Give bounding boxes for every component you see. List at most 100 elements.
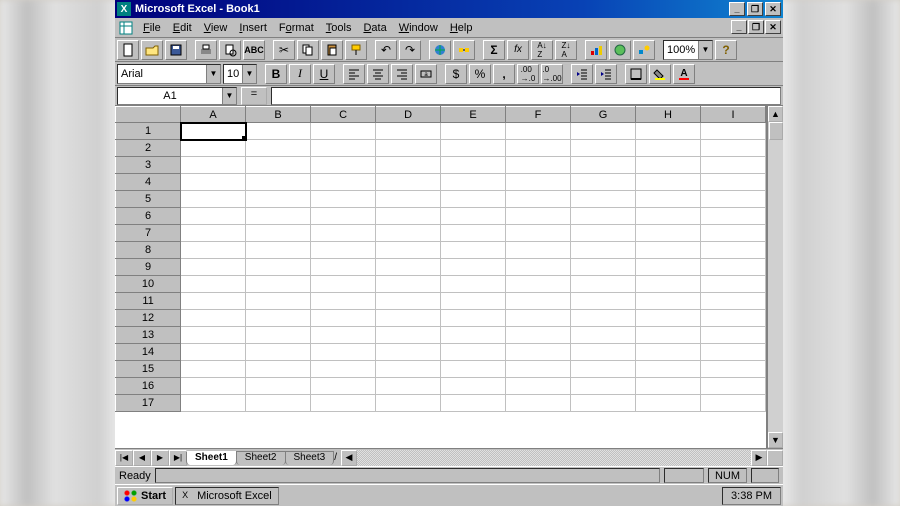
- font-color-icon[interactable]: A: [673, 64, 695, 84]
- cell-I3[interactable]: [701, 157, 766, 174]
- cell-I5[interactable]: [701, 191, 766, 208]
- col-header-I[interactable]: I: [701, 107, 766, 123]
- undo-icon[interactable]: ↶: [375, 40, 397, 60]
- cell-E9[interactable]: [441, 259, 506, 276]
- cell-A7[interactable]: [181, 225, 246, 242]
- dec-inc-icon[interactable]: .00→.0: [517, 64, 539, 84]
- cell-D7[interactable]: [376, 225, 441, 242]
- row-header-11[interactable]: 11: [116, 293, 181, 310]
- doc-close-button[interactable]: ✕: [765, 20, 781, 34]
- cell-D9[interactable]: [376, 259, 441, 276]
- scroll-track[interactable]: [768, 122, 783, 432]
- cell-G3[interactable]: [571, 157, 636, 174]
- col-header-E[interactable]: E: [441, 107, 506, 123]
- cell-E14[interactable]: [441, 344, 506, 361]
- maximize-button[interactable]: ❐: [747, 2, 763, 16]
- cell-G7[interactable]: [571, 225, 636, 242]
- cell-F14[interactable]: [506, 344, 571, 361]
- cell-C14[interactable]: [311, 344, 376, 361]
- cell-E4[interactable]: [441, 174, 506, 191]
- cell-D10[interactable]: [376, 276, 441, 293]
- cell-G12[interactable]: [571, 310, 636, 327]
- cell-D1[interactable]: [376, 123, 441, 140]
- tab-first-button[interactable]: |◀: [115, 450, 133, 466]
- cell-E16[interactable]: [441, 378, 506, 395]
- cell-B12[interactable]: [246, 310, 311, 327]
- menu-insert[interactable]: Insert: [233, 20, 273, 36]
- cell-I2[interactable]: [701, 140, 766, 157]
- document-icon[interactable]: [119, 21, 133, 35]
- cell-G16[interactable]: [571, 378, 636, 395]
- menu-data[interactable]: Data: [357, 20, 392, 36]
- cell-B17[interactable]: [246, 395, 311, 412]
- cell-A10[interactable]: [181, 276, 246, 293]
- sheet-tab-sheet2[interactable]: Sheet2: [236, 451, 286, 465]
- col-header-F[interactable]: F: [506, 107, 571, 123]
- comma-button[interactable]: ,: [493, 64, 515, 84]
- cell-B3[interactable]: [246, 157, 311, 174]
- chevron-down-icon[interactable]: ▼: [222, 88, 236, 104]
- start-button[interactable]: Start: [117, 487, 173, 505]
- cell-B14[interactable]: [246, 344, 311, 361]
- cell-H15[interactable]: [636, 361, 701, 378]
- cell-G15[interactable]: [571, 361, 636, 378]
- cell-B16[interactable]: [246, 378, 311, 395]
- function-icon[interactable]: fx: [507, 40, 529, 60]
- col-header-H[interactable]: H: [636, 107, 701, 123]
- menu-help[interactable]: Help: [444, 20, 479, 36]
- chevron-down-icon[interactable]: ▼: [698, 41, 712, 59]
- copy-icon[interactable]: [297, 40, 319, 60]
- scroll-up-button[interactable]: ▲: [768, 106, 783, 122]
- cell-H8[interactable]: [636, 242, 701, 259]
- cell-E3[interactable]: [441, 157, 506, 174]
- cell-I12[interactable]: [701, 310, 766, 327]
- cell-F9[interactable]: [506, 259, 571, 276]
- menu-tools[interactable]: Tools: [320, 20, 358, 36]
- col-header-A[interactable]: A: [181, 107, 246, 123]
- cell-B8[interactable]: [246, 242, 311, 259]
- row-header-6[interactable]: 6: [116, 208, 181, 225]
- fill-color-icon[interactable]: [649, 64, 671, 84]
- cell-A4[interactable]: [181, 174, 246, 191]
- cell-C15[interactable]: [311, 361, 376, 378]
- cell-E17[interactable]: [441, 395, 506, 412]
- cell-B6[interactable]: [246, 208, 311, 225]
- cell-D6[interactable]: [376, 208, 441, 225]
- scroll-track[interactable]: [357, 450, 751, 466]
- cell-C7[interactable]: [311, 225, 376, 242]
- row-header-2[interactable]: 2: [116, 140, 181, 157]
- cell-F12[interactable]: [506, 310, 571, 327]
- cell-D15[interactable]: [376, 361, 441, 378]
- percent-button[interactable]: %: [469, 64, 491, 84]
- cell-F15[interactable]: [506, 361, 571, 378]
- cell-A14[interactable]: [181, 344, 246, 361]
- menu-edit[interactable]: Edit: [167, 20, 198, 36]
- cell-E6[interactable]: [441, 208, 506, 225]
- cell-H1[interactable]: [636, 123, 701, 140]
- cell-C8[interactable]: [311, 242, 376, 259]
- taskbar-app-button[interactable]: X Microsoft Excel: [175, 487, 279, 505]
- cell-F6[interactable]: [506, 208, 571, 225]
- cell-C1[interactable]: [311, 123, 376, 140]
- cell-C12[interactable]: [311, 310, 376, 327]
- vertical-scrollbar[interactable]: ▲ ▼: [767, 106, 783, 448]
- row-header-3[interactable]: 3: [116, 157, 181, 174]
- cell-I15[interactable]: [701, 361, 766, 378]
- cell-B15[interactable]: [246, 361, 311, 378]
- cell-G6[interactable]: [571, 208, 636, 225]
- cell-I4[interactable]: [701, 174, 766, 191]
- sort-desc-icon[interactable]: Z↓A: [555, 40, 577, 60]
- cell-H12[interactable]: [636, 310, 701, 327]
- cell-H2[interactable]: [636, 140, 701, 157]
- cell-B1[interactable]: [246, 123, 311, 140]
- map-icon[interactable]: [609, 40, 631, 60]
- cell-A9[interactable]: [181, 259, 246, 276]
- title-bar[interactable]: X Microsoft Excel - Book1 _ ❐ ✕: [115, 0, 783, 18]
- row-header-17[interactable]: 17: [116, 395, 181, 412]
- cell-D2[interactable]: [376, 140, 441, 157]
- cell-D14[interactable]: [376, 344, 441, 361]
- row-header-5[interactable]: 5: [116, 191, 181, 208]
- cell-A2[interactable]: [181, 140, 246, 157]
- col-header-G[interactable]: G: [571, 107, 636, 123]
- cell-F3[interactable]: [506, 157, 571, 174]
